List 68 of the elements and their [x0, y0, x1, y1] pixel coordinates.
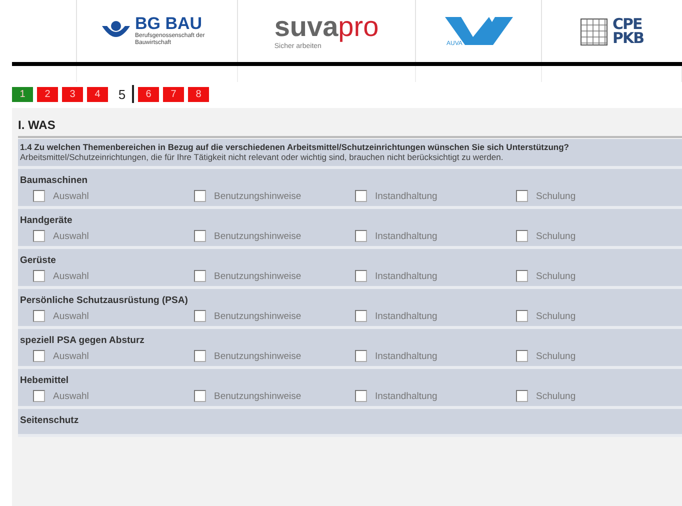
checkbox[interactable]: [194, 270, 206, 282]
group-label: Gerüste: [20, 255, 57, 266]
checkbox[interactable]: [516, 390, 528, 402]
logo-title: CPE: [612, 17, 642, 31]
checkbox[interactable]: [33, 190, 45, 202]
checkbox[interactable]: [33, 310, 45, 322]
group-label: Persönliche Schutzausrüstung (PSA): [20, 295, 189, 306]
checkbox-label[interactable]: Auswahl: [53, 270, 89, 282]
group-label: Baumaschinen: [20, 175, 89, 186]
checkbox[interactable]: [194, 390, 206, 402]
question-text: 1.4 Zu welchen Themenbereichen in Bezug auf die verschiedenen Arbeitsmittel/Schutzeinrichtungen wünschen Sie sich Unterstützung? Arbeitsmittel/Schutzeinrichtungen, die für Ihre Tätigkeit nicht relevant oder wichtig sind, brauchen nicht berücksichtigt zu werden.: [20, 142, 570, 162]
checkbox-label[interactable]: Auswahl: [53, 390, 89, 402]
group-label: speziell PSA gegen Absturz: [20, 335, 146, 346]
checkbox[interactable]: [33, 230, 45, 242]
checkbox[interactable]: [33, 390, 45, 402]
checkbox-label[interactable]: Schulung: [536, 390, 576, 402]
checkbox-label[interactable]: Instandhaltung: [375, 270, 438, 282]
checkbox-label[interactable]: Schulung: [536, 230, 576, 242]
checkbox[interactable]: [194, 230, 206, 242]
step-tab[interactable]: 6: [138, 86, 159, 102]
chevron-logo-icon: [442, 15, 514, 47]
checkbox[interactable]: [516, 270, 528, 282]
checkbox-label[interactable]: Benutzungshinweise: [214, 390, 302, 402]
checkbox-label[interactable]: Instandhaltung: [375, 230, 438, 242]
checkbox-label[interactable]: Instandhaltung: [375, 350, 438, 362]
checkbox[interactable]: [516, 310, 528, 322]
checkbox-label[interactable]: Auswahl: [53, 310, 89, 322]
logo-title: suvapro: [274, 12, 379, 40]
checkbox-label[interactable]: Benutzungshinweise: [214, 350, 302, 362]
checkbox-label[interactable]: Benutzungshinweise: [214, 270, 302, 282]
group-label: Handgeräte: [20, 215, 74, 226]
checkbox[interactable]: [33, 350, 45, 362]
checkbox-label[interactable]: Benutzungshinweise: [214, 190, 302, 202]
checkbox[interactable]: [194, 310, 206, 322]
step-tab[interactable]: 7: [163, 86, 184, 102]
checkbox-label[interactable]: Schulung: [536, 190, 576, 202]
checkbox[interactable]: [355, 310, 367, 322]
checkbox-label[interactable]: Auswahl: [53, 230, 89, 242]
step-tab[interactable]: 4: [87, 86, 108, 102]
checkbox-label[interactable]: Schulung: [536, 350, 576, 362]
checkbox-label[interactable]: Schulung: [536, 310, 576, 322]
step-tab[interactable]: 3: [62, 86, 83, 102]
checkbox[interactable]: [516, 230, 528, 242]
checkbox[interactable]: [194, 350, 206, 362]
checkbox[interactable]: [516, 350, 528, 362]
step-tab[interactable]: 1: [12, 86, 33, 102]
checkbox[interactable]: [516, 190, 528, 202]
logo-subtitle: PKB: [612, 31, 644, 45]
checkbox[interactable]: [355, 190, 367, 202]
checkbox[interactable]: [355, 390, 367, 402]
group-label: Seitenschutz: [20, 415, 80, 426]
checkbox-label[interactable]: Benutzungshinweise: [214, 230, 302, 242]
checkbox-label[interactable]: Benutzungshinweise: [214, 310, 302, 322]
checkbox[interactable]: [355, 230, 367, 242]
checkbox-label[interactable]: Instandhaltung: [375, 190, 438, 202]
checkbox-label[interactable]: Auswahl: [53, 350, 89, 362]
checkbox[interactable]: [355, 350, 367, 362]
checkbox[interactable]: [355, 270, 367, 282]
checkbox-label[interactable]: Auswahl: [53, 190, 89, 202]
logo-title: BG BAU: [135, 15, 202, 33]
step-tab[interactable]: 2: [37, 86, 58, 102]
step-tab[interactable]: 8: [188, 86, 209, 102]
checkbox[interactable]: [194, 190, 206, 202]
checkbox-label[interactable]: Instandhaltung: [375, 310, 438, 322]
checkbox[interactable]: [33, 270, 45, 282]
checkbox-label[interactable]: Instandhaltung: [375, 390, 438, 402]
group-label: Hebemittel: [20, 375, 70, 386]
checkbox-label[interactable]: Schulung: [536, 270, 576, 282]
